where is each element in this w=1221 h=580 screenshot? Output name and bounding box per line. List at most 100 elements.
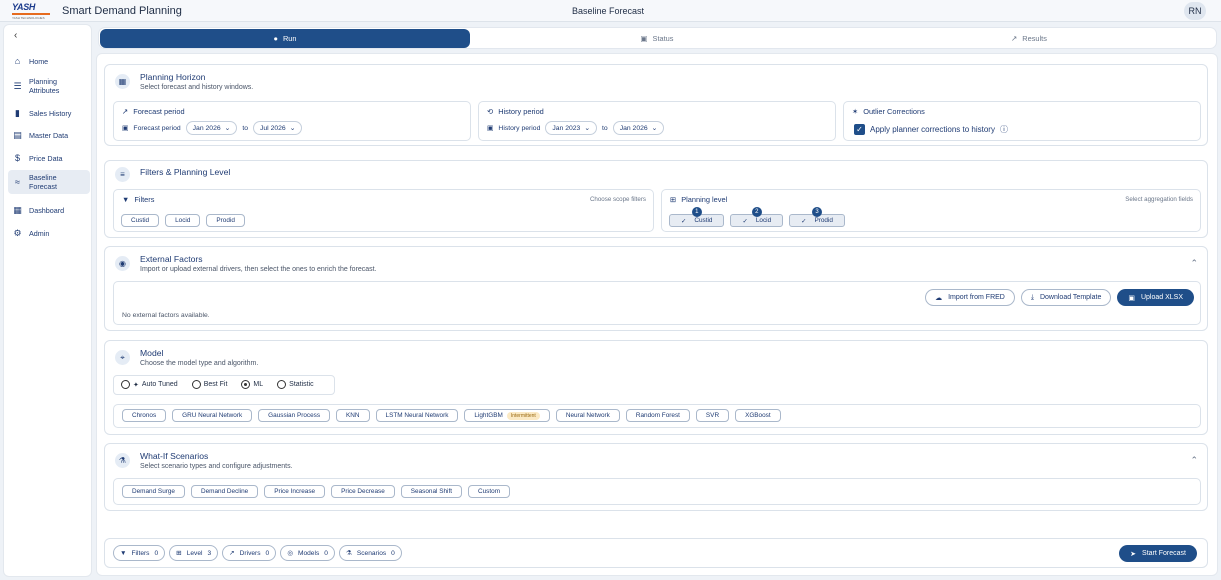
scenarios-title: What-If Scenarios — [140, 451, 209, 461]
level-chip-locid[interactable]: 2 ✓ Locid — [730, 207, 784, 227]
forecast-from-select[interactable]: Jan 2026 ⌄ — [185, 121, 238, 135]
scenario-price-decrease[interactable]: Price Decrease — [331, 485, 395, 498]
summary-level[interactable]: ⊞ Level 3 — [169, 545, 219, 561]
model-type-auto-tuned[interactable]: ✦ Auto Tuned — [121, 380, 178, 389]
trend-icon: ↗ — [229, 550, 235, 557]
summary-scenarios[interactable]: ⚗ Scenarios 0 — [338, 545, 402, 561]
model-type-ml[interactable]: ML — [241, 380, 263, 389]
scenario-seasonal-shift[interactable]: Seasonal Shift — [400, 485, 462, 498]
sidebar-item-home[interactable]: ⌂ Home — [8, 53, 90, 69]
model-icon: ◎ — [287, 550, 293, 557]
algo-knn[interactable]: KNN — [336, 409, 370, 422]
chevron-up-icon[interactable]: ⌃ — [1190, 455, 1198, 466]
algo-gru-neural-network[interactable]: GRU Neural Network — [172, 409, 253, 422]
summary-models[interactable]: ◎ Models 0 — [280, 545, 335, 561]
model-card: ⌖ Model Choose the model type and algori… — [104, 340, 1208, 435]
chevron-left-icon[interactable]: ‹ — [14, 30, 17, 41]
sidebar-item-price-data[interactable]: $ Price Data — [8, 150, 90, 166]
check-icon: ✓ — [801, 217, 807, 225]
check-icon: ✓ — [681, 217, 687, 225]
logo-bar — [12, 13, 50, 15]
user-avatar[interactable]: RN — [1184, 2, 1206, 20]
filter-chip-locid[interactable]: Locid — [165, 214, 201, 227]
check-icon: ✓ — [742, 217, 748, 225]
scenario-demand-decline[interactable]: Demand Decline — [190, 485, 259, 498]
algo-svr[interactable]: SVR — [695, 409, 730, 422]
dollar-icon: $ — [14, 153, 20, 163]
algo-gaussian-process[interactable]: Gaussian Process — [258, 409, 331, 422]
external-factors-title: External Factors — [140, 254, 203, 264]
flask-icon: ⚗ — [115, 453, 130, 468]
logo-tagline: YASH TECHNOLOGIES — [12, 16, 45, 20]
model-type-statistic[interactable]: Statistic — [277, 380, 314, 389]
trend-icon: ↗ — [122, 107, 129, 116]
sidebar-item-master-data[interactable]: ▤ Master Data — [8, 127, 90, 144]
history-to-select[interactable]: Jan 2026 ⌄ — [612, 121, 665, 135]
rocket-icon: ➤ — [1130, 550, 1137, 558]
admin-icon: ⚙ — [13, 228, 22, 238]
chevron-up-icon[interactable]: ⌃ — [1190, 258, 1198, 269]
sparkle-icon: ✶ — [852, 107, 859, 116]
filter-chip-custid[interactable]: Custid — [121, 214, 160, 227]
logo-text: YASH — [12, 2, 36, 12]
info-icon[interactable]: ⓘ — [1000, 124, 1008, 135]
app-title: Smart Demand Planning — [62, 5, 182, 17]
algorithm-list: Chronos GRU Neural Network Gaussian Proc… — [113, 404, 1201, 428]
import-fred-button[interactable]: ☁ Import from FRED — [925, 289, 1015, 306]
sidebar-item-dashboard[interactable]: ▦ Dashboard — [8, 202, 90, 219]
start-forecast-button[interactable]: ➤ Start Forecast — [1119, 545, 1197, 562]
history-from-select[interactable]: Jan 2023 ⌄ — [545, 121, 598, 135]
chevron-down-icon: ⌄ — [651, 125, 658, 132]
external-factors-subtitle: Import or upload external drivers, then … — [140, 266, 377, 273]
apply-corrections-checkbox[interactable]: ✓ — [854, 124, 865, 135]
level-chip-custid[interactable]: 1 ✓ Custid — [669, 207, 725, 227]
algo-xgboost[interactable]: XGBoost — [735, 409, 781, 422]
summary-filters[interactable]: ▼ Filters 0 — [113, 545, 166, 561]
scenario-demand-surge[interactable]: Demand Surge — [122, 485, 185, 498]
planning-horizon-card: ▦ Planning Horizon Select forecast and h… — [104, 64, 1208, 146]
sidebar-item-planning-attributes[interactable]: ☰ Planning Attributes — [8, 74, 90, 98]
scenario-list: Demand Surge Demand Decline Price Increa… — [113, 478, 1201, 505]
intermittent-badge: Intermittent — [506, 411, 540, 420]
level-chip-prodid[interactable]: 3 ✓ Prodid — [789, 207, 845, 227]
algo-random-forest[interactable]: Random Forest — [625, 409, 690, 422]
grid-icon: ▦ — [13, 205, 22, 215]
algo-chronos[interactable]: Chronos — [122, 409, 167, 422]
scenarios-subtitle: Select scenario types and configure adju… — [140, 463, 293, 470]
filters-level-card: ≡ Filters & Planning Level ▼ Filters Choo… — [104, 160, 1208, 238]
upload-icon: ▣ — [1128, 294, 1135, 302]
scenario-custom[interactable]: Custom — [468, 485, 511, 498]
algo-lstm-neural-network[interactable]: LSTM Neural Network — [375, 409, 459, 422]
trend-icon: ↗ — [1011, 34, 1018, 43]
scenario-price-increase[interactable]: Price Increase — [264, 485, 326, 498]
calendar-icon: ▣ — [122, 125, 129, 132]
algo-neural-network[interactable]: Neural Network — [555, 409, 620, 422]
model-title: Model — [140, 348, 164, 358]
sidebar: ‹ ⌂ Home ☰ Planning Attributes ▮ Sales Hist… — [3, 24, 92, 577]
tab-results[interactable]: ↗ Results — [844, 29, 1214, 48]
list-icon: ☰ — [13, 80, 22, 91]
filter-chip-prodid[interactable]: Prodid — [206, 214, 245, 227]
sidebar-item-baseline-forecast[interactable]: ≈ Baseline Forecast — [8, 170, 90, 194]
forecast-period-box: ↗ Forecast period ▣ Forecast period Jan 2… — [113, 101, 471, 141]
play-icon: ● — [273, 34, 278, 43]
download-icon: ⤓ — [1030, 293, 1034, 301]
outlier-corrections-box: ✶ Outlier Corrections ✓ Apply planner cor… — [843, 101, 1201, 141]
chevron-down-icon: ⌄ — [289, 125, 296, 132]
tab-status[interactable]: ▣ Status — [477, 29, 837, 48]
algo-lightgbm[interactable]: LightGBM Intermittent — [464, 409, 550, 422]
model-type-best-fit[interactable]: Best Fit — [191, 380, 227, 389]
download-template-button[interactable]: ⤓ Download Template — [1020, 289, 1112, 306]
empty-external-text: No external factors available. — [122, 312, 210, 319]
filter-icon: ▼ — [122, 195, 130, 204]
sidebar-item-admin[interactable]: ⚙ Admin — [8, 225, 90, 242]
calendar-icon: ▣ — [487, 125, 494, 132]
top-bar: YASH YASH TECHNOLOGIES Smart Demand Plan… — [0, 0, 1221, 22]
sparkle-icon: ✦ — [133, 381, 139, 389]
scenarios-card: ⚗ What-If Scenarios Select scenario type… — [104, 443, 1208, 511]
upload-xlsx-button[interactable]: ▣ Upload XLSX — [1117, 289, 1194, 306]
forecast-to-select[interactable]: Jul 2026 ⌄ — [253, 121, 303, 135]
sidebar-item-sales-history[interactable]: ▮ Sales History — [8, 105, 90, 122]
tab-run[interactable]: ● Run — [100, 29, 470, 48]
summary-drivers[interactable]: ↗ Drivers 0 — [222, 545, 277, 561]
